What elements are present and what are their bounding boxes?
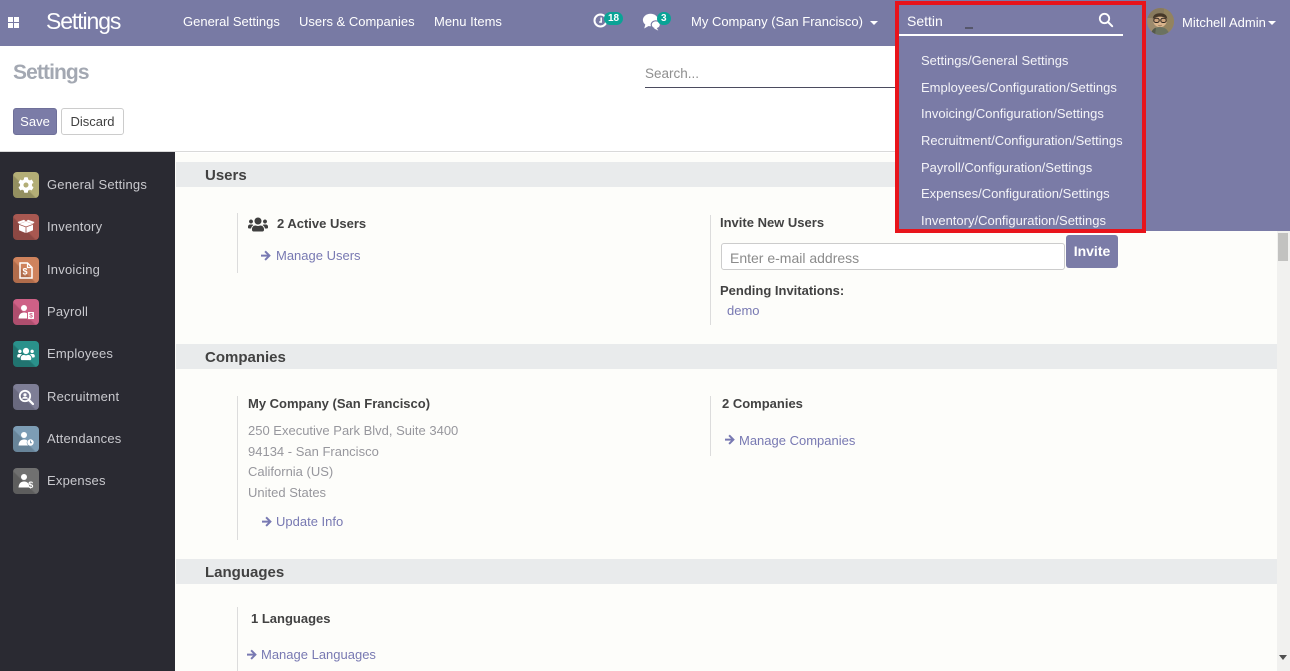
svg-text:$: $	[28, 480, 33, 489]
svg-text:$: $	[22, 266, 27, 276]
svg-text:$: $	[29, 313, 33, 320]
